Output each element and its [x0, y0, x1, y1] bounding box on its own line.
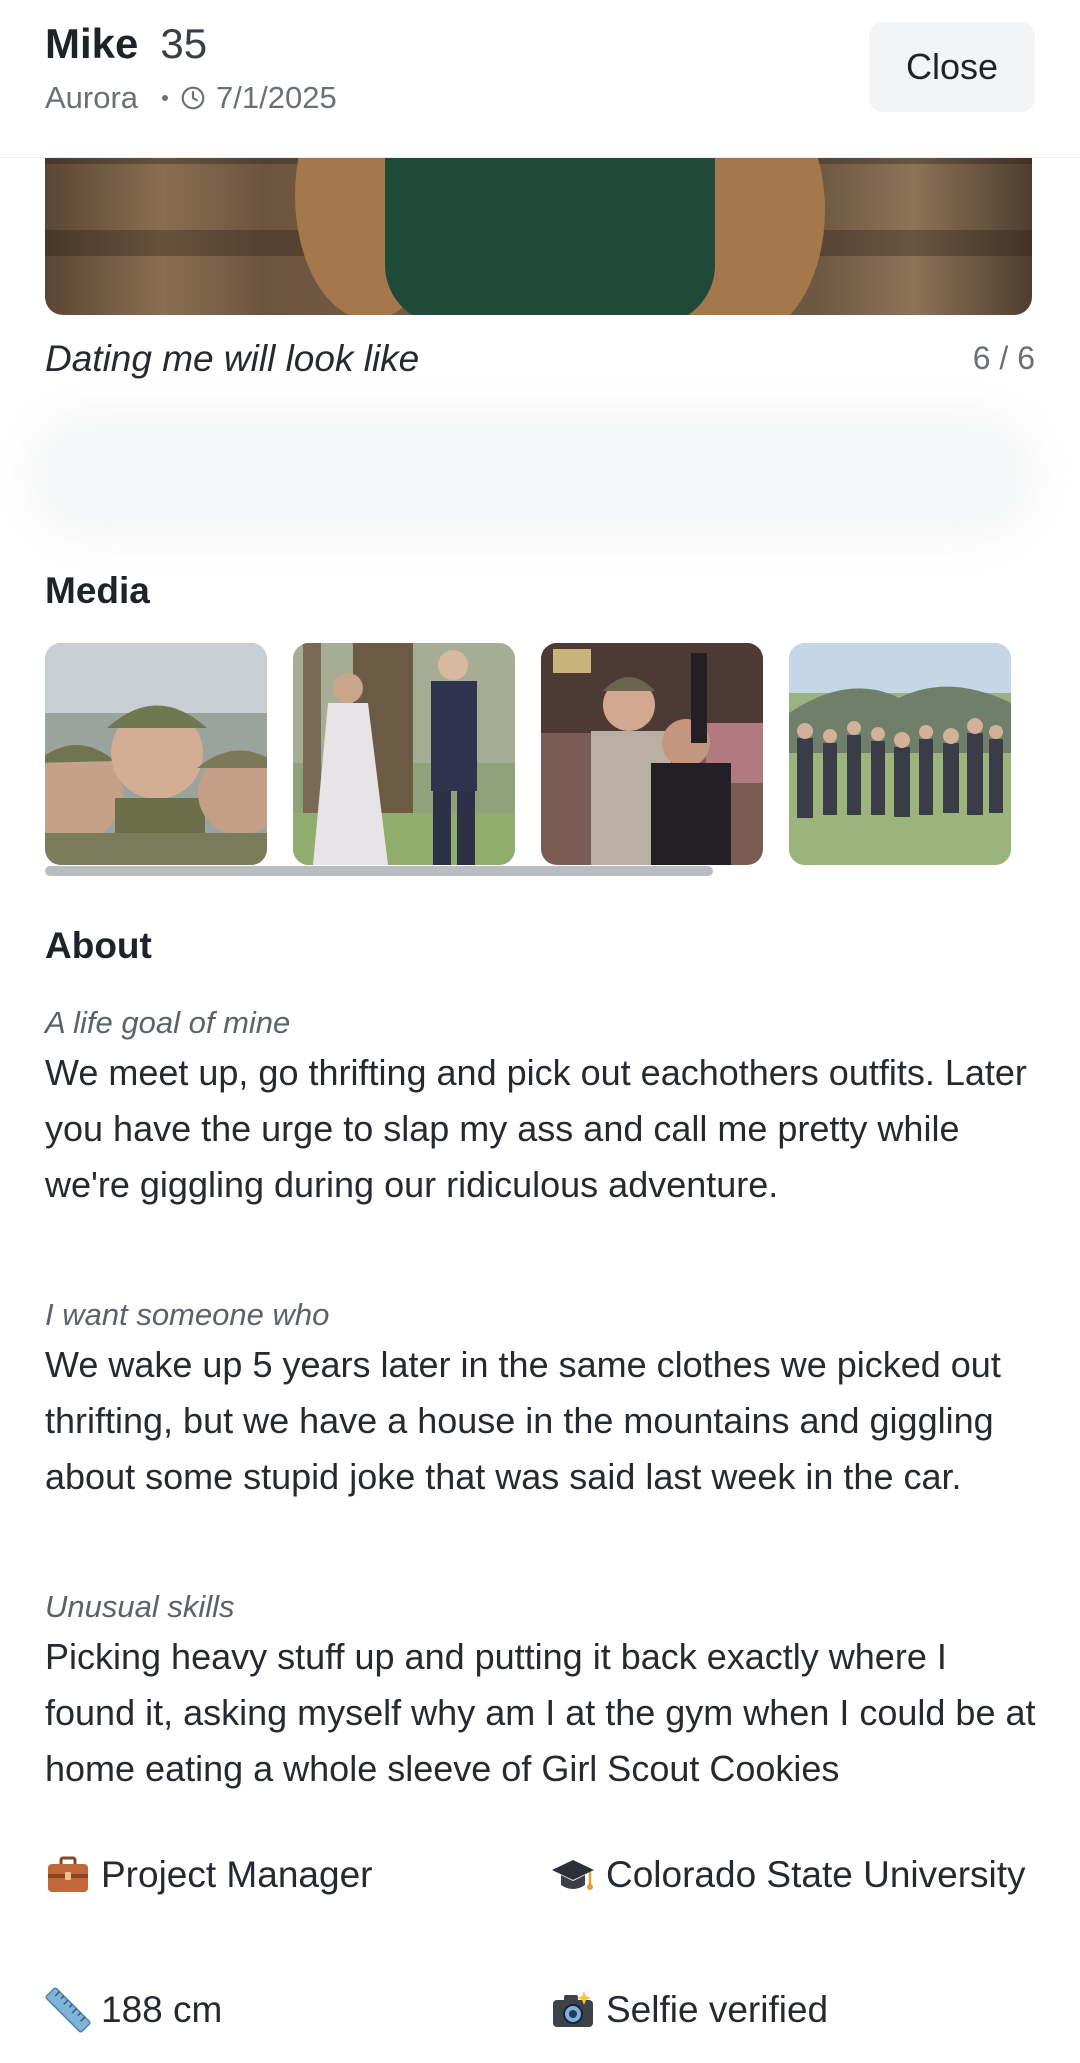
photo-counter: 6 / 6: [972, 340, 1035, 376]
profile-name: Mike: [45, 20, 139, 67]
media-thumbnail-1[interactable]: [45, 643, 267, 865]
prompt-answer-unusual-skills: Picking heavy stuff up and putting it ba…: [45, 1636, 1036, 1789]
prompt-answer-life-goal: We meet up, go thrifting and pick out ea…: [45, 1052, 1027, 1205]
profile-date: 7/1/2025: [216, 80, 337, 115]
prompt-label-want-someone: I want someone who: [45, 1297, 330, 1332]
photo-three-men-hats-icon: [45, 643, 267, 865]
profile-location: Aurora: [45, 80, 139, 115]
fact-job-text: Project Manager: [101, 1854, 373, 1895]
fact-height: 188 cm: [45, 1982, 525, 2038]
graduation-cap-icon: [552, 1860, 594, 1890]
media-thumbnail-3[interactable]: [541, 643, 763, 865]
photo-caption: Dating me will look like: [45, 338, 420, 379]
media-thumbnail-4[interactable]: [789, 643, 1011, 865]
media-strip[interactable]: [45, 643, 1035, 868]
clock-icon: [181, 86, 205, 110]
media-scrollbar[interactable]: [45, 866, 713, 876]
separator-dot: [162, 95, 169, 101]
prompt-label-life-goal: A life goal of mine: [45, 1005, 291, 1040]
camera-icon: [553, 1991, 593, 2027]
media-thumbnail-2[interactable]: [293, 643, 515, 865]
profile-meta-row: Aurora 7/1/2025: [45, 80, 337, 116]
name-age-row: Mike 35: [45, 20, 207, 68]
fact-verification-text: Selfie verified: [606, 1989, 829, 2030]
prompt-label-unusual-skills: Unusual skills: [45, 1589, 235, 1624]
close-button[interactable]: Close: [869, 22, 1035, 112]
ruler-icon: [45, 1987, 91, 2033]
prompt-answer-want-someone: We wake up 5 years later in the same clo…: [45, 1344, 1001, 1497]
about-title: About: [45, 925, 152, 966]
blurred-placeholder: [22, 405, 1042, 545]
fact-verification: Selfie verified: [550, 1982, 1030, 2038]
profile-age: 35: [160, 20, 208, 67]
briefcase-icon: [48, 1856, 88, 1892]
profile-header: Mike 35 Aurora 7/1/2025 Close: [0, 0, 1080, 158]
fact-height-text: 188 cm: [101, 1989, 223, 2030]
photo-couple-forest-icon: [293, 643, 515, 865]
fact-education: Colorado State University: [550, 1847, 1030, 1903]
photo-group-mountains-icon: [789, 643, 1011, 865]
fact-job: Project Manager: [45, 1847, 525, 1903]
photo-two-men-bar-icon: [541, 643, 763, 865]
media-title: Media: [45, 570, 150, 611]
fact-education-text: Colorado State University: [606, 1854, 1026, 1895]
